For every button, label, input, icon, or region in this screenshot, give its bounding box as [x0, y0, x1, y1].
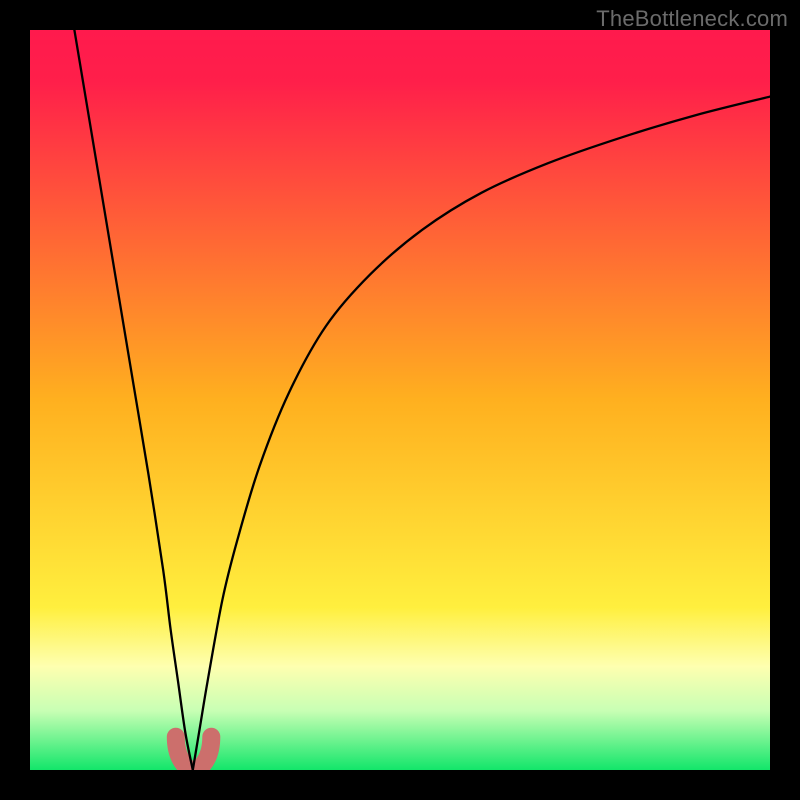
- left-branch-path: [74, 30, 192, 770]
- outer-frame: TheBottleneck.com: [0, 0, 800, 800]
- curve-layer: [30, 30, 770, 770]
- right-branch-path: [193, 97, 770, 770]
- plot-area: [30, 30, 770, 770]
- watermark-text: TheBottleneck.com: [596, 6, 788, 32]
